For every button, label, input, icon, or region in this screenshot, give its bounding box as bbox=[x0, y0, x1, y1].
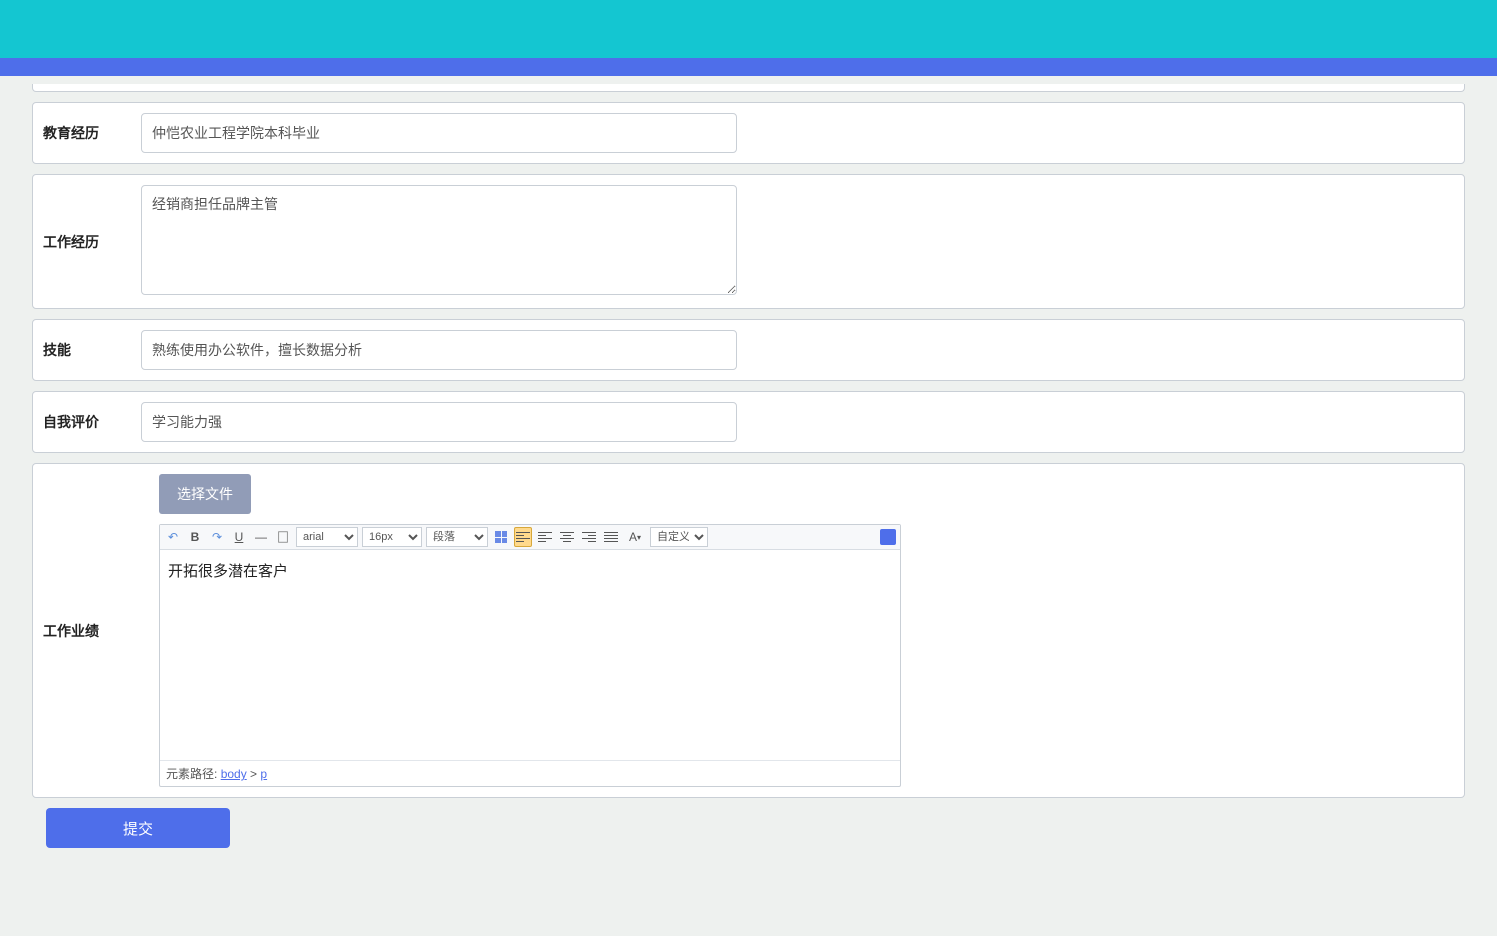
path-label: 元素路径: bbox=[166, 767, 217, 781]
redo-icon[interactable]: ↷ bbox=[208, 527, 226, 547]
field-skills: 技能 bbox=[32, 319, 1465, 381]
textarea-work[interactable] bbox=[141, 185, 737, 295]
input-skills[interactable] bbox=[141, 330, 737, 370]
label-achievement: 工作业绩 bbox=[41, 474, 141, 787]
paragraph-select[interactable]: 段落 bbox=[426, 527, 488, 547]
bold-icon[interactable]: B bbox=[186, 527, 204, 547]
path-sep: > bbox=[247, 767, 261, 781]
path-p-link[interactable]: p bbox=[260, 767, 267, 781]
field-achievement: 工作业绩 选择文件 ↶ B ↷ U — arial 16px bbox=[32, 463, 1465, 798]
underline-icon[interactable]: U bbox=[230, 527, 248, 547]
label-skills: 技能 bbox=[41, 340, 141, 360]
align-left-icon[interactable] bbox=[536, 527, 554, 547]
sub-banner bbox=[0, 58, 1497, 76]
top-banner bbox=[0, 0, 1497, 58]
editor-toolbar: ↶ B ↷ U — arial 16px 段落 bbox=[160, 525, 900, 550]
label-education: 教育经历 bbox=[41, 123, 141, 143]
align-center-icon[interactable] bbox=[558, 527, 576, 547]
rich-editor: ↶ B ↷ U — arial 16px 段落 bbox=[159, 524, 901, 787]
fullscreen-icon[interactable] bbox=[880, 529, 896, 545]
font-color-icon[interactable]: A▾ bbox=[624, 527, 646, 547]
editor-content[interactable]: 开拓很多潜在客户 bbox=[160, 550, 900, 760]
field-education: 教育经历 bbox=[32, 102, 1465, 164]
font-size-select[interactable]: 16px bbox=[362, 527, 422, 547]
highlight-icon[interactable] bbox=[514, 527, 532, 547]
undo-icon[interactable]: ↶ bbox=[164, 527, 182, 547]
editor-footer: 元素路径: body > p bbox=[160, 760, 900, 786]
document-icon[interactable] bbox=[274, 527, 292, 547]
input-education[interactable] bbox=[141, 113, 737, 153]
field-self-eval: 自我评价 bbox=[32, 391, 1465, 453]
choose-file-button[interactable]: 选择文件 bbox=[159, 474, 251, 514]
align-right-icon[interactable] bbox=[580, 527, 598, 547]
strikethrough-icon[interactable]: — bbox=[252, 527, 270, 547]
align-justify-icon[interactable] bbox=[602, 527, 620, 547]
label-work: 工作经历 bbox=[41, 232, 141, 252]
label-self-eval: 自我评价 bbox=[41, 412, 141, 432]
table-icon[interactable] bbox=[492, 527, 510, 547]
submit-button[interactable]: 提交 bbox=[46, 808, 230, 848]
font-select[interactable]: arial bbox=[296, 527, 358, 547]
partial-prev-card bbox=[32, 84, 1465, 92]
input-self-eval[interactable] bbox=[141, 402, 737, 442]
path-body-link[interactable]: body bbox=[221, 767, 247, 781]
custom-title-select[interactable]: 自定义标题 bbox=[650, 527, 708, 547]
form-container: 教育经历 工作经历 技能 自我评价 工作业绩 选择文件 ↶ B bbox=[0, 76, 1497, 872]
field-work: 工作经历 bbox=[32, 174, 1465, 309]
